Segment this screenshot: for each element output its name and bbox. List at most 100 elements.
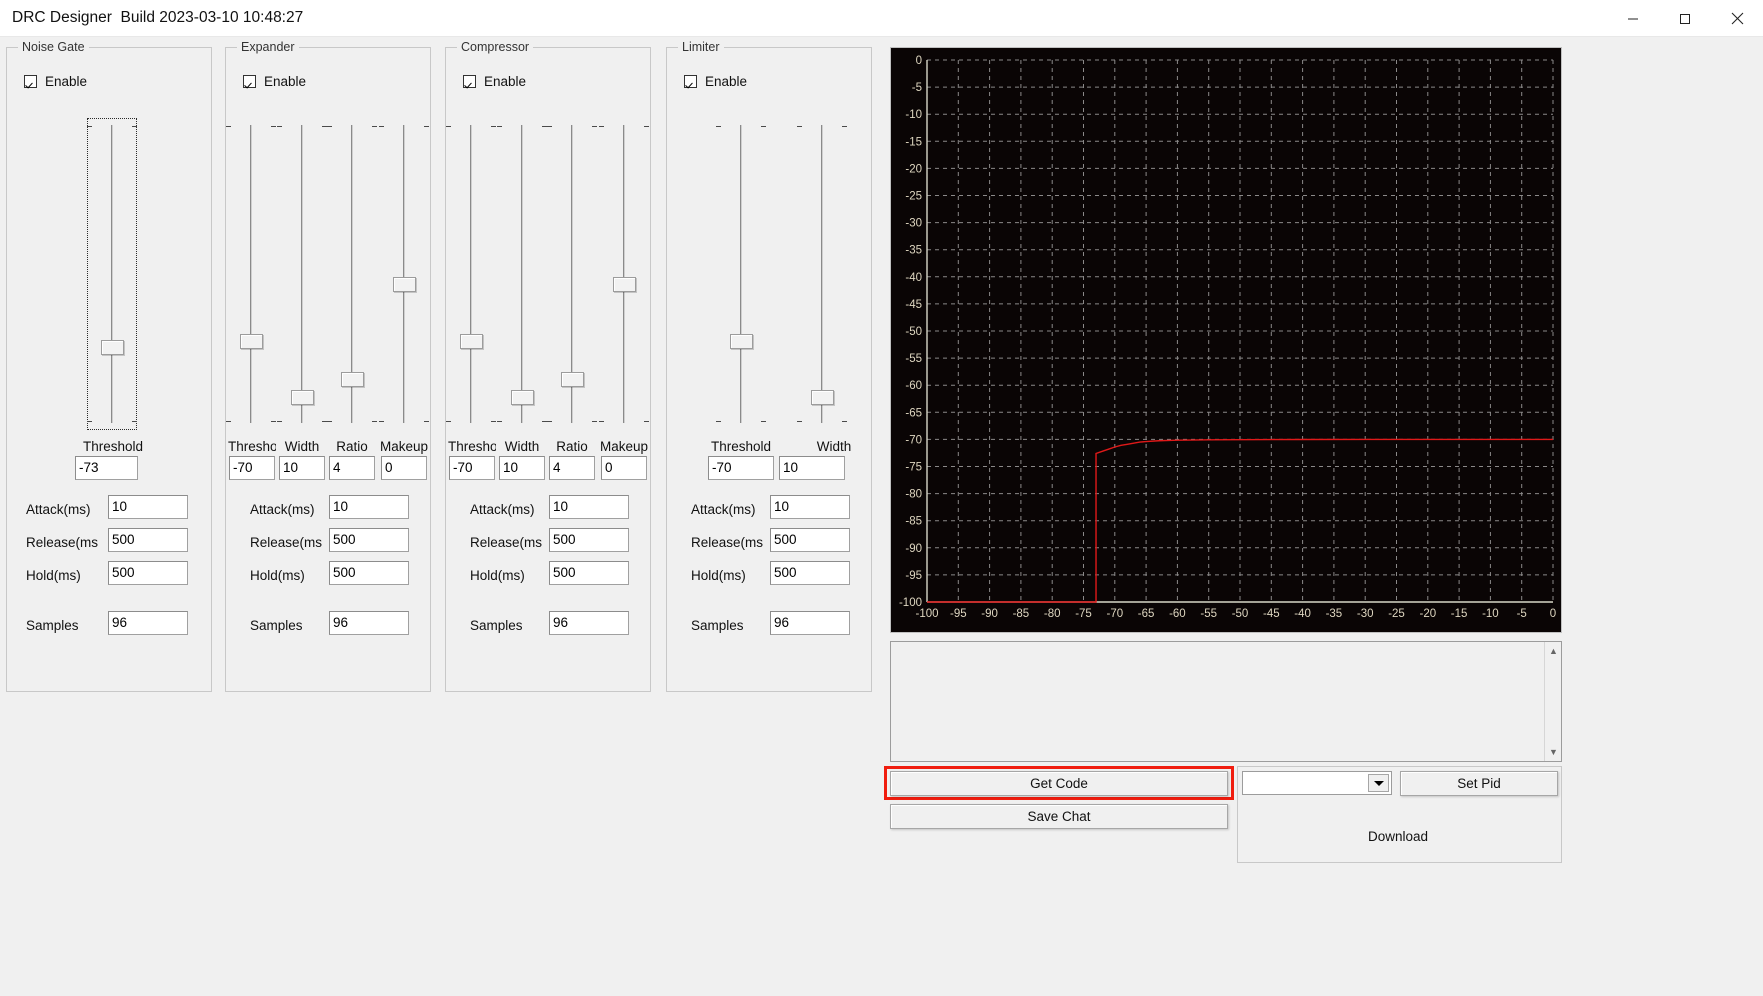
download-label: Download <box>1368 829 1428 844</box>
svg-text:-40: -40 <box>905 272 922 284</box>
slider-thumb[interactable] <box>511 390 534 405</box>
slider-limiter-width[interactable] <box>810 125 834 423</box>
noise-gate-enable-checkbox[interactable]: Enable <box>24 74 87 89</box>
slider-tick <box>592 421 597 422</box>
svg-text:-35: -35 <box>905 245 922 257</box>
input-expander-attack[interactable]: 10 <box>329 495 409 519</box>
slider-thumb[interactable] <box>613 277 636 292</box>
input-compressor-samples[interactable]: 96 <box>549 611 629 635</box>
input-expander-samples[interactable]: 96 <box>329 611 409 635</box>
label-compressor-attack: Attack(ms) <box>470 502 542 517</box>
input-noise-gate-release[interactable]: 500 <box>108 528 188 552</box>
svg-text:-65: -65 <box>905 407 922 419</box>
input-noise-gate-threshold[interactable]: -73 <box>75 456 138 480</box>
input-compressor-width[interactable]: 10 <box>499 456 545 480</box>
maximize-button[interactable] <box>1659 0 1711 37</box>
input-noise-gate-samples[interactable]: 96 <box>108 611 188 635</box>
slider-tick <box>547 421 552 422</box>
minimize-button[interactable] <box>1607 0 1659 37</box>
close-button[interactable] <box>1711 0 1763 37</box>
input-expander-ratio[interactable]: 4 <box>329 456 375 480</box>
slider-expander-threshold[interactable] <box>239 125 263 423</box>
panel-noise-gate: Noise Gate Enable Threshold -73 Attack(m… <box>6 47 212 692</box>
slider-compressor-ratio[interactable] <box>560 125 584 423</box>
input-compressor-ratio[interactable]: 4 <box>549 456 595 480</box>
slider-thumb[interactable] <box>811 390 834 405</box>
slider-thumb[interactable] <box>341 372 364 387</box>
input-limiter-width[interactable]: 10 <box>779 456 845 480</box>
input-limiter-samples[interactable]: 96 <box>770 611 850 635</box>
input-limiter-attack[interactable]: 10 <box>770 495 850 519</box>
input-compressor-threshold[interactable]: -70 <box>449 456 495 480</box>
slider-thumb[interactable] <box>393 277 416 292</box>
output-textarea[interactable]: ▲ ▼ <box>890 641 1562 762</box>
slider-thumb[interactable] <box>561 372 584 387</box>
scroll-up-icon[interactable]: ▲ <box>1545 643 1562 659</box>
input-expander-width[interactable]: 10 <box>279 456 325 480</box>
compressor-enable-label: Enable <box>484 74 526 89</box>
input-noise-gate-hold[interactable]: 500 <box>108 561 188 585</box>
svg-text:-75: -75 <box>1075 608 1092 620</box>
label-expander-samples: Samples <box>250 618 322 633</box>
slider-noise-gate-threshold[interactable] <box>100 125 124 423</box>
title-bar: DRC Designer Build 2023-03-10 10:48:27 <box>0 0 1763 37</box>
input-expander-threshold[interactable]: -70 <box>229 456 275 480</box>
input-compressor-attack[interactable]: 10 <box>549 495 629 519</box>
save-chat-button[interactable]: Save Chat <box>890 804 1228 829</box>
svg-text:-70: -70 <box>1106 608 1123 620</box>
slider-thumb[interactable] <box>101 340 124 355</box>
slider-compressor-width[interactable] <box>510 125 534 423</box>
svg-text:-15: -15 <box>905 136 922 148</box>
slider-tick <box>761 126 766 127</box>
label-noise-gate-hold: Hold(ms) <box>26 568 98 583</box>
label-expander-release: Release(ms) <box>250 535 322 550</box>
svg-text:0: 0 <box>916 55 922 67</box>
output-scrollbar[interactable]: ▲ ▼ <box>1544 642 1561 761</box>
input-noise-gate-attack[interactable]: 10 <box>108 495 188 519</box>
slider-tick <box>277 126 282 127</box>
label-expander-makeup: Makeup <box>378 439 430 454</box>
slider-thumb[interactable] <box>291 390 314 405</box>
label-limiter-threshold: Threshold <box>693 439 789 454</box>
input-expander-makeup[interactable]: 0 <box>381 456 427 480</box>
get-code-button[interactable]: Get Code <box>890 771 1228 796</box>
input-expander-release[interactable]: 500 <box>329 528 409 552</box>
slider-limiter-threshold[interactable] <box>729 125 753 423</box>
slider-tick <box>599 126 604 127</box>
input-compressor-hold[interactable]: 500 <box>549 561 629 585</box>
slider-tick <box>797 421 802 422</box>
input-compressor-makeup[interactable]: 0 <box>601 456 647 480</box>
svg-text:0: 0 <box>1550 608 1556 620</box>
checkbox-check-icon <box>684 75 697 88</box>
slider-thumb[interactable] <box>240 334 263 349</box>
slider-expander-makeup[interactable] <box>392 125 416 423</box>
slider-tick <box>327 421 332 422</box>
label-expander-attack: Attack(ms) <box>250 502 322 517</box>
input-limiter-threshold[interactable]: -70 <box>708 456 774 480</box>
input-expander-hold[interactable]: 500 <box>329 561 409 585</box>
panel-compressor: Compressor Enable <box>445 47 651 692</box>
slider-compressor-threshold[interactable] <box>459 125 483 423</box>
svg-text:-10: -10 <box>1482 608 1499 620</box>
slider-tick <box>132 421 137 422</box>
chevron-down-icon[interactable] <box>1368 774 1389 792</box>
input-limiter-release[interactable]: 500 <box>770 528 850 552</box>
slider-expander-width[interactable] <box>290 125 314 423</box>
scroll-down-icon[interactable]: ▼ <box>1545 744 1562 760</box>
svg-text:-90: -90 <box>905 543 922 555</box>
slider-thumb[interactable] <box>730 334 753 349</box>
limiter-enable-checkbox[interactable]: Enable <box>684 74 747 89</box>
slider-expander-ratio[interactable] <box>340 125 364 423</box>
slider-compressor-makeup[interactable] <box>612 125 636 423</box>
expander-enable-checkbox[interactable]: Enable <box>243 74 306 89</box>
slider-tick <box>644 421 649 422</box>
slider-tick <box>497 421 502 422</box>
input-limiter-hold[interactable]: 500 <box>770 561 850 585</box>
compressor-enable-checkbox[interactable]: Enable <box>463 74 526 89</box>
slider-tick <box>226 126 231 127</box>
input-compressor-release[interactable]: 500 <box>549 528 629 552</box>
slider-tick <box>87 421 92 422</box>
model-select-dropdown[interactable] <box>1242 771 1392 795</box>
slider-thumb[interactable] <box>460 334 483 349</box>
set-pid-button[interactable]: Set Pid <box>1400 771 1558 796</box>
